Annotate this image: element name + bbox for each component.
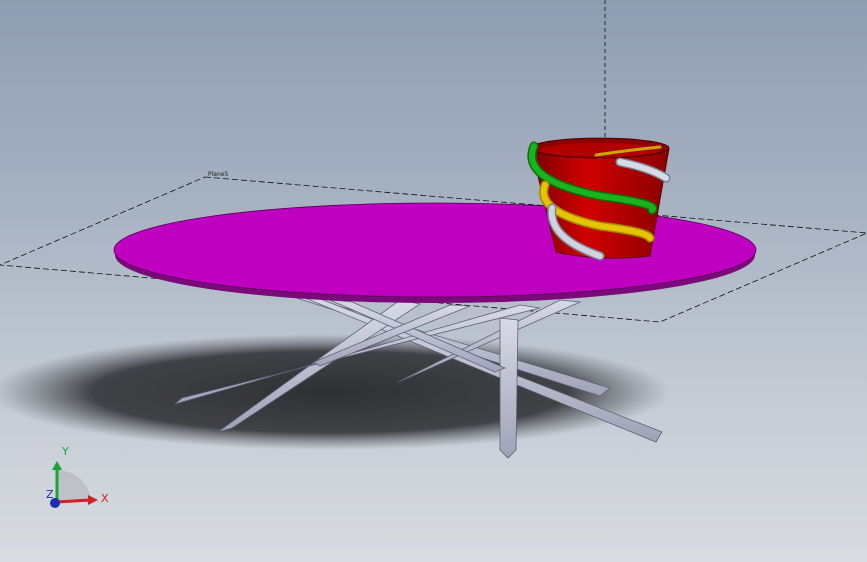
- triad-z-label: Z: [46, 488, 54, 501]
- triad-x-axis: [56, 498, 91, 504]
- triad-background-arc: [57, 469, 91, 502]
- table-leg: [499, 317, 519, 459]
- 3d-scene[interactable]: Plane5 Y X Z: [0, 0, 867, 562]
- graphics-viewport[interactable]: Plane5 Y X Z: [0, 0, 867, 562]
- orientation-triad[interactable]: Y X Z: [46, 445, 109, 508]
- triad-y-label: Y: [61, 445, 69, 458]
- triad-y-arrowhead: [52, 461, 62, 470]
- tabletop-surface: [113, 202, 757, 298]
- triad-x-label: X: [101, 492, 109, 505]
- plane-label: Plane5: [208, 171, 228, 178]
- tabletop[interactable]: [113, 202, 757, 303]
- triad-x-arrowhead: [88, 495, 98, 505]
